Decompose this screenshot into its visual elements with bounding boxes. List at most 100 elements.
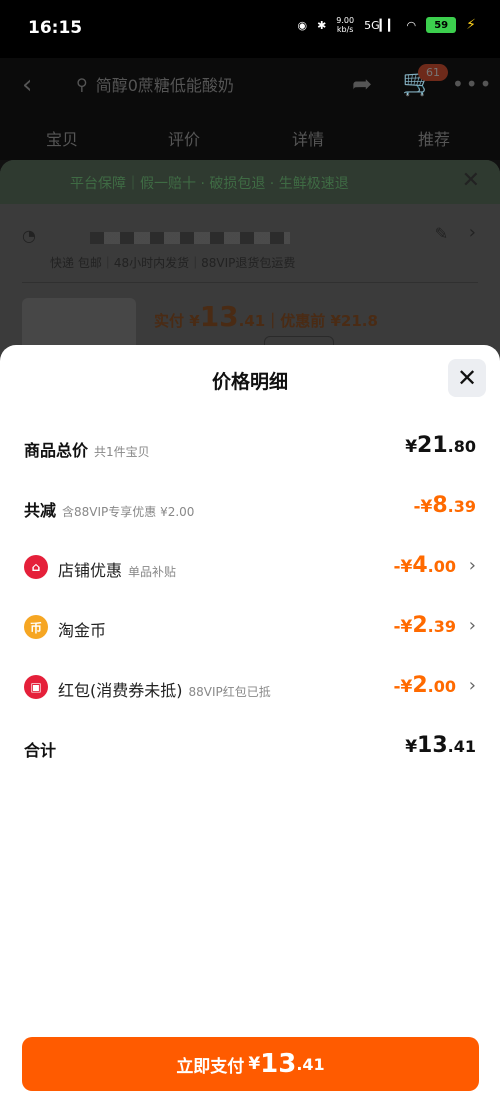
bluetooth-icon: ✱: [317, 18, 327, 32]
amount-int: 2: [412, 613, 428, 638]
pay-button-label: 立即支付: [176, 1056, 245, 1077]
row-label-text: 共减: [24, 501, 57, 520]
edit-icon[interactable]: ✎: [435, 224, 448, 243]
row-sub: 88VIP红包已抵: [188, 685, 271, 699]
charging-icon: ⚡: [466, 17, 476, 33]
amount-dec: .39: [447, 497, 476, 516]
net-speed: 9.00 kb/s: [336, 16, 355, 34]
row-label-text: 商品总价: [24, 441, 89, 460]
red-packet-icon: ▣: [24, 675, 48, 699]
pay-now-button[interactable]: 立即支付 ¥ 13 .41: [22, 1037, 479, 1091]
battery-icon: 59: [426, 17, 457, 33]
amount-symbol: ¥: [405, 437, 418, 457]
pay-label: 实付: [154, 312, 185, 330]
shipping-info: 快递 包邮｜48小时内发货｜88VIP退货包运费: [50, 256, 296, 270]
divider: [22, 282, 478, 283]
price-row-shop-discount[interactable]: ⌂ 店铺优惠 单品补贴 -¥4.00 ›: [24, 553, 476, 583]
cart-count-badge: 61: [418, 64, 448, 81]
row-label: 合计: [24, 737, 56, 761]
status-bar: 16:15 ◉ ✱ 9.00 kb/s 5G▎▎ ◠ 59 ⚡: [0, 0, 500, 58]
chevron-right-icon: ›: [468, 615, 476, 636]
price-row-coins[interactable]: 币 淘金币 -¥2.39 ›: [24, 613, 476, 643]
row-label-text: 淘金币: [58, 621, 107, 640]
share-icon[interactable]: ➦: [352, 70, 372, 98]
amount-symbol: -¥: [393, 617, 413, 637]
tab-recommend[interactable]: 推荐: [418, 126, 450, 150]
price-row-discount: 共减 含88VIP专享优惠 ¥2.00 -¥8.39: [24, 493, 476, 523]
signal-icon: 5G▎▎: [364, 18, 397, 32]
pay-summary: 实付 ¥13.41｜优惠前 ¥21.8: [154, 300, 378, 333]
order-confirm-sheet: 平台保障｜假一赔十 · 破损包退 · 生鲜极速退 ✕ ◔ ✎ › 快递 包邮｜4…: [0, 160, 500, 362]
amount-symbol: -¥: [413, 497, 433, 517]
amount-symbol: -¥: [393, 557, 413, 577]
chevron-right-icon: ›: [468, 555, 476, 576]
close-button[interactable]: ✕: [448, 359, 486, 397]
amount-dec: .80: [447, 437, 476, 456]
price-row-sum: 合计 ¥13.41: [24, 733, 476, 763]
close-icon[interactable]: ✕: [462, 168, 480, 193]
amount-symbol: ¥: [405, 737, 418, 757]
amount-int: 8: [432, 493, 448, 518]
pay-dec: .41: [238, 312, 266, 330]
coin-icon: 币: [24, 615, 48, 639]
row-label-text: 店铺优惠: [58, 561, 123, 580]
amount-int: 2: [412, 673, 428, 698]
signal-label: 5G: [364, 18, 380, 32]
product-tabs: 宝贝 评价 详情 推荐: [0, 110, 500, 160]
row-amount: -¥2.39: [393, 613, 456, 638]
price-detail-sheet: 价格明细 ✕ 商品总价 共1件宝贝 ¥21.80 共减 含88VIP专享优惠 ¥2.…: [0, 345, 500, 1111]
search-bar[interactable]: ⚲ 简醇0蔗糖低能酸奶: [76, 72, 234, 96]
row-amount: ¥21.80: [405, 433, 476, 458]
product-topbar: ‹ ⚲ 简醇0蔗糖低能酸奶 ➦ 🛒 61 •••: [0, 58, 500, 110]
row-amount: ¥13.41: [405, 733, 476, 758]
address-redacted: [90, 232, 290, 244]
row-amount: -¥4.00: [393, 553, 456, 578]
close-icon: ✕: [456, 364, 478, 392]
amount-dec: .00: [427, 677, 456, 696]
row-label: 淘金币: [58, 617, 106, 641]
guarantee-banner: 平台保障｜假一赔十 · 破损包退 · 生鲜极速退 ✕: [0, 160, 500, 204]
location-icon: ◔: [22, 226, 36, 245]
wifi-icon: ◠: [406, 18, 417, 32]
pre-discount: ｜优惠前 ¥21.8: [265, 312, 378, 330]
row-sub: 共1件宝贝: [94, 445, 150, 459]
more-icon[interactable]: •••: [452, 72, 493, 96]
status-icons: ◉ ✱ 9.00 kb/s 5G▎▎ ◠ 59 ⚡: [297, 16, 476, 34]
row-label: 店铺优惠 单品补贴: [58, 557, 176, 581]
back-icon[interactable]: ‹: [22, 70, 32, 100]
amount-dec: .41: [447, 737, 476, 756]
row-amount: -¥2.00: [393, 673, 456, 698]
pay-button-symbol: ¥: [248, 1054, 261, 1074]
amount-int: 21: [417, 433, 448, 458]
amount-dec: .00: [427, 557, 456, 576]
search-text: 简醇0蔗糖低能酸奶: [95, 76, 234, 95]
row-label-text: 红包(消费券未抵): [58, 681, 183, 700]
row-amount: -¥8.39: [413, 493, 476, 518]
location-icon: ◉: [297, 18, 308, 32]
chevron-right-icon[interactable]: ›: [469, 222, 476, 243]
row-label-text: 合计: [24, 741, 57, 760]
amount-dec: .39: [427, 617, 456, 636]
status-time: 16:15: [28, 18, 83, 38]
pay-button-int: 13: [260, 1049, 297, 1079]
amount-int: 13: [417, 733, 448, 758]
pay-int: 13: [199, 300, 239, 333]
shop-icon: ⌂: [24, 555, 48, 579]
row-sub: 单品补贴: [128, 565, 177, 579]
row-sub: 含88VIP专享优惠 ¥2.00: [62, 505, 195, 519]
row-label: 商品总价 共1件宝贝: [24, 437, 150, 461]
amount-symbol: -¥: [393, 677, 413, 697]
search-icon: ⚲: [76, 74, 88, 94]
price-row-red-packet[interactable]: ▣ 红包(消费券未抵) 88VIP红包已抵 -¥2.00 ›: [24, 673, 476, 703]
tab-details[interactable]: 详情: [292, 126, 324, 150]
sheet-title: 价格明细: [211, 371, 288, 393]
amount-int: 4: [412, 553, 428, 578]
row-label: 共减 含88VIP专享优惠 ¥2.00: [24, 497, 194, 521]
tab-item[interactable]: 宝贝: [46, 126, 78, 150]
tab-reviews[interactable]: 评价: [168, 126, 200, 150]
price-row-total: 商品总价 共1件宝贝 ¥21.80: [24, 433, 476, 463]
guarantee-text: 平台保障｜假一赔十 · 破损包退 · 生鲜极速退: [70, 176, 349, 192]
pay-button-dec: .41: [296, 1054, 325, 1074]
row-label: 红包(消费券未抵) 88VIP红包已抵: [58, 677, 271, 701]
chevron-right-icon: ›: [468, 675, 476, 696]
